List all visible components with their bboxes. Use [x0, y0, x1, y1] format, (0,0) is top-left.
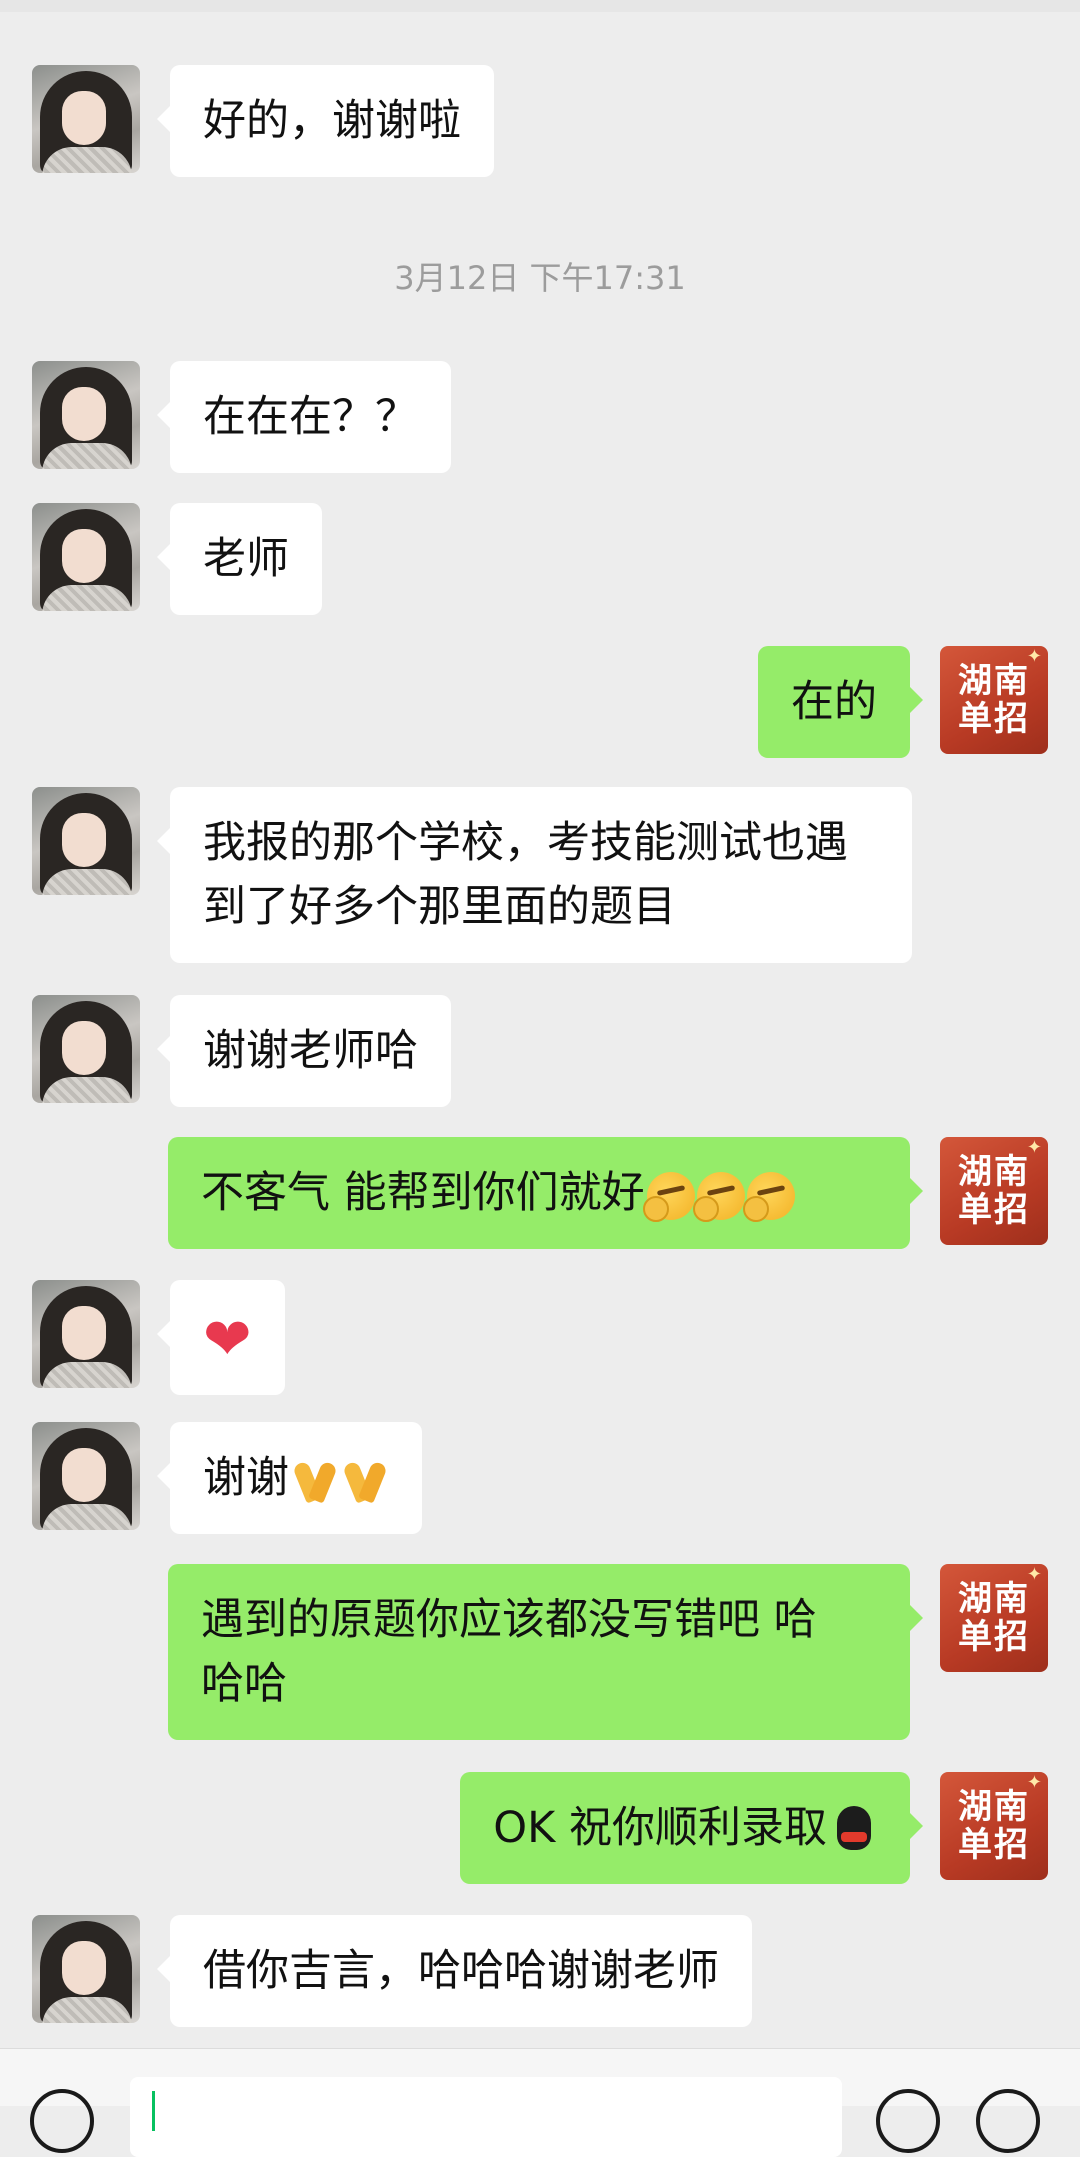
student-avatar[interactable] [32, 787, 140, 895]
logo-text-line2: 单招 [958, 1190, 1030, 1230]
sparkle-icon: ✦ [1026, 646, 1042, 667]
message-text-line: 我报的那个学校，考技能测试也遇 [203, 818, 848, 868]
sparkle-icon: ✦ [1026, 1137, 1042, 1158]
penguin-icon [831, 1805, 877, 1856]
message-bubble[interactable]: 谢谢 [157, 1422, 422, 1534]
message-text: OK 祝你顺利录取 [493, 1803, 827, 1853]
message-bubble[interactable]: ❤ [157, 1280, 285, 1395]
message-bubble[interactable]: OK 祝你顺利录取 [460, 1772, 923, 1884]
sparkle-icon: ✦ [1026, 1772, 1042, 1793]
message-bubble[interactable]: 在在在？？ [157, 361, 451, 473]
message-bubble[interactable]: 谢谢老师哈 [157, 995, 451, 1107]
hunan-danzhao-logo-avatar[interactable]: 湖南 单招 ✦ [940, 1137, 1048, 1245]
message-text: 不客气 能帮到你们就好 [201, 1168, 645, 1218]
chat-input-bar [0, 2048, 1080, 2157]
student-avatar[interactable] [32, 1422, 140, 1530]
message-text: 好的，谢谢啦 [203, 96, 461, 146]
logo-text-line1: 湖南 [958, 1787, 1030, 1827]
emoji-icon[interactable] [876, 2089, 940, 2153]
message-bubble[interactable]: 遇到的原题你应该都没写错吧 哈 哈哈 [168, 1564, 923, 1740]
message-bubble[interactable]: 在的 [758, 646, 923, 758]
student-avatar[interactable] [32, 1280, 140, 1388]
logo-text-line2: 单招 [958, 1825, 1030, 1865]
message-text: 借你吉言，哈哈哈谢谢老师 [203, 1946, 719, 1996]
logo-text-line1: 湖南 [958, 661, 1030, 701]
pray-icon [343, 1458, 389, 1504]
message-text: 谢谢老师哈 [203, 1026, 418, 1076]
message-bubble[interactable]: 好的，谢谢啦 [157, 65, 494, 177]
logo-text-line2: 单招 [958, 699, 1030, 739]
message-input[interactable] [130, 2077, 842, 2157]
logo-text-line2: 单招 [958, 1617, 1030, 1657]
timestamp: 3月12日 下午17:31 [394, 259, 686, 297]
student-avatar[interactable] [32, 65, 140, 173]
message-text: 在的 [791, 677, 877, 727]
student-avatar[interactable] [32, 1915, 140, 2023]
message-text: 老师 [203, 534, 289, 584]
smirk-icon [642, 1171, 695, 1222]
message-bubble[interactable]: 不客气 能帮到你们就好 [168, 1137, 923, 1249]
message-text: 谢谢 [203, 1453, 289, 1503]
student-avatar[interactable] [32, 995, 140, 1103]
message-text-line: 哈哈 [201, 1659, 287, 1709]
sparkle-icon: ✦ [1026, 1564, 1042, 1585]
top-bar [0, 0, 1080, 12]
message-bubble[interactable]: 借你吉言，哈哈哈谢谢老师 [157, 1915, 752, 2027]
smirk-icon [692, 1171, 745, 1222]
student-avatar[interactable] [32, 361, 140, 469]
voice-icon[interactable] [30, 2089, 94, 2153]
logo-text-line1: 湖南 [958, 1152, 1030, 1192]
heart-icon: ❤ [203, 1304, 252, 1373]
logo-text-line1: 湖南 [958, 1579, 1030, 1619]
text-caret [152, 2091, 155, 2131]
hunan-danzhao-logo-avatar[interactable]: 湖南 单招 ✦ [940, 646, 1048, 754]
message-bubble[interactable]: 老师 [157, 503, 322, 615]
hunan-danzhao-logo-avatar[interactable]: 湖南 单招 ✦ [940, 1564, 1048, 1672]
message-text-line: 遇到的原题你应该都没写错吧 哈 [201, 1595, 817, 1645]
plus-icon[interactable] [976, 2089, 1040, 2153]
pray-icon [293, 1458, 339, 1504]
message-text: 在在在？？ [203, 392, 418, 442]
hunan-danzhao-logo-avatar[interactable]: 湖南 单招 ✦ [940, 1772, 1048, 1880]
message-text-line: 到了好多个那里面的题目 [203, 882, 676, 932]
smirk-icon [742, 1171, 795, 1222]
student-avatar[interactable] [32, 503, 140, 611]
message-bubble[interactable]: 我报的那个学校，考技能测试也遇 到了好多个那里面的题目 [157, 787, 912, 963]
